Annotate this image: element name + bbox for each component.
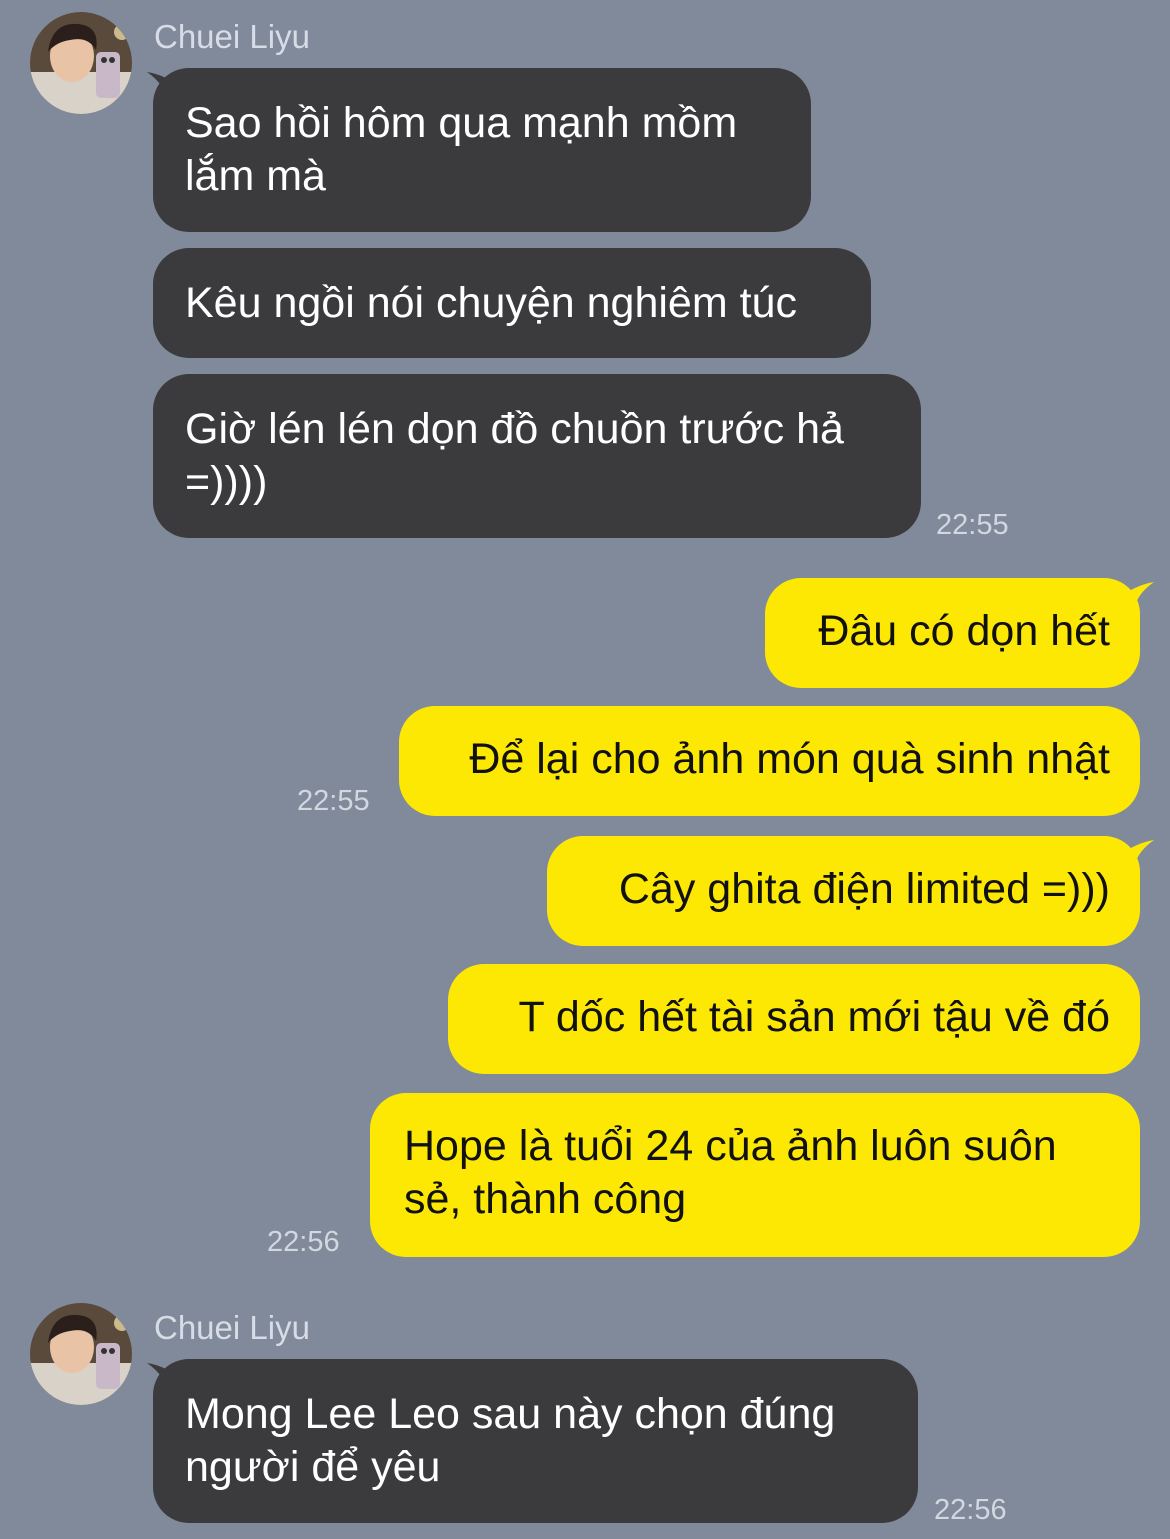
chat-view: Chuei Liyu Sao hồi hôm qua mạnh mồm lắm … [0,0,1170,1539]
message-text: Giờ lén lén dọn đồ chuồn trước hả =)))) [185,405,844,506]
message-bubble-outgoing[interactable]: Hope là tuổi 24 của ảnh luôn suôn sẻ, th… [370,1093,1140,1257]
timestamp: 22:55 [297,785,370,817]
profile-photo-icon [30,12,132,114]
message-bubble-outgoing[interactable]: Cây ghita điện limited =))) [547,836,1140,946]
timestamp: 22:56 [934,1494,1007,1526]
message-text: T dốc hết tài sản mới tậu về đó [518,993,1110,1041]
sender-name: Chuei Liyu [154,18,310,55]
message-text: Kêu ngồi nói chuyện nghiêm túc [185,279,797,327]
message-text: Đâu có dọn hết [818,607,1110,655]
message-text: Hope là tuổi 24 của ảnh luôn suôn sẻ, th… [404,1122,1057,1223]
message-text: Để lại cho ảnh món quà sinh nhật [469,735,1110,783]
timestamp: 22:56 [267,1226,340,1258]
message-bubble-incoming[interactable]: Kêu ngồi nói chuyện nghiêm túc [153,248,871,358]
message-text: Mong Lee Leo sau này chọn đúng người để … [185,1390,836,1491]
message-bubble-outgoing[interactable]: Đâu có dọn hết [765,578,1140,688]
timestamp: 22:55 [936,509,1009,541]
message-text: Sao hồi hôm qua mạnh mồm lắm mà [185,99,738,200]
message-bubble-incoming[interactable]: Sao hồi hôm qua mạnh mồm lắm mà [153,68,811,232]
message-bubble-incoming[interactable]: Mong Lee Leo sau này chọn đúng người để … [153,1359,918,1523]
sender-name: Chuei Liyu [154,1309,310,1346]
avatar[interactable] [30,12,132,114]
profile-photo-icon [30,1303,132,1405]
message-text: Cây ghita điện limited =))) [618,865,1110,913]
message-bubble-outgoing[interactable]: T dốc hết tài sản mới tậu về đó [448,964,1140,1074]
message-bubble-incoming[interactable]: Giờ lén lén dọn đồ chuồn trước hả =)))) [153,374,921,538]
avatar[interactable] [30,1303,132,1405]
message-bubble-outgoing[interactable]: Để lại cho ảnh món quà sinh nhật [399,706,1140,816]
